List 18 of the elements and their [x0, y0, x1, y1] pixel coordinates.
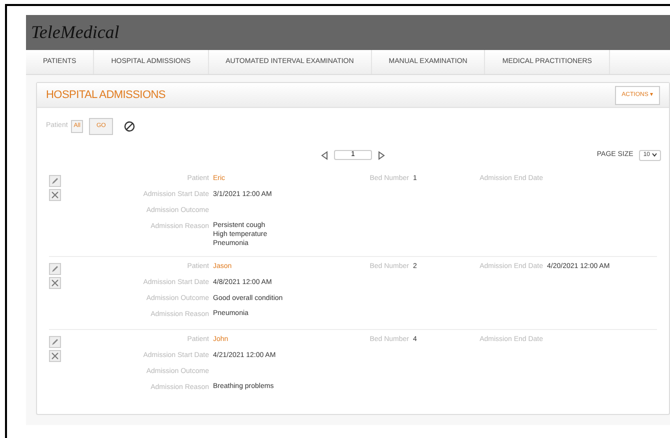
delete-button[interactable] [49, 189, 61, 201]
previous-page-icon[interactable] [321, 150, 328, 160]
delete-button[interactable] [49, 350, 61, 362]
pencil-icon [51, 177, 59, 185]
next-page-icon[interactable] [378, 150, 385, 160]
delete-button[interactable] [49, 277, 61, 289]
close-icon [51, 352, 59, 360]
edit-button[interactable] [49, 336, 61, 348]
chevron-icon [652, 153, 657, 157]
panel-title: HOSPITAL ADMISSIONS [46, 88, 166, 103]
pencil-icon [51, 265, 59, 273]
edit-button[interactable] [49, 263, 61, 275]
edit-button[interactable] [49, 175, 61, 187]
close-icon [51, 191, 59, 199]
close-icon [51, 279, 59, 287]
app-title: TeleMedical [31, 21, 120, 44]
clear-filter-icon[interactable] [124, 121, 135, 132]
pencil-icon [51, 338, 59, 346]
